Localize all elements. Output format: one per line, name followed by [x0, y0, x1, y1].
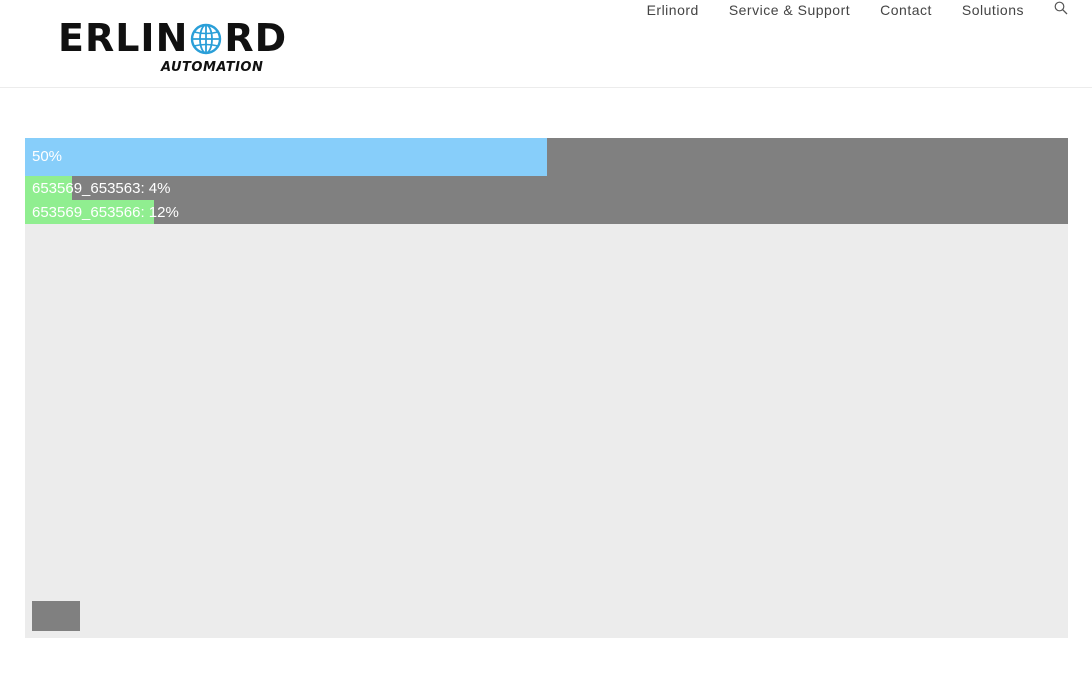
item-progress-label: 653569_653566: 12%: [32, 204, 179, 221]
progress-panel: 50% 653569_653563: 4% 653569_653566: 12%: [25, 138, 1068, 224]
item-progress-row: 653569_653566: 12%: [25, 200, 1068, 224]
player-area: 50% 653569_653563: 4% 653569_653566: 12%: [25, 138, 1068, 638]
nav-item-service-support[interactable]: Service & Support: [729, 2, 850, 18]
logo-text-right: RD: [224, 16, 288, 60]
control-button[interactable]: [32, 601, 80, 631]
logo-wordmark: ERLIN RD: [58, 16, 287, 60]
nav-item-solutions[interactable]: Solutions: [962, 2, 1024, 18]
main-progress-bar: 50%: [25, 138, 547, 176]
item-progress-label: 653569_653563: 4%: [32, 180, 171, 197]
nav-item-contact[interactable]: Contact: [880, 2, 932, 18]
site-header: ERLIN RD AUTOMATION Erlinord Service & S…: [0, 0, 1092, 88]
item-progress-row: 653569_653563: 4%: [25, 176, 1068, 200]
logo-subtitle: AUTOMATION: [161, 60, 264, 75]
globe-icon: [191, 23, 222, 55]
nav-item-erlinord[interactable]: Erlinord: [647, 2, 699, 18]
main-nav: Erlinord Service & Support Contact Solut…: [617, 0, 1068, 20]
logo-text-left: ERLIN: [58, 16, 189, 60]
main-progress-label: 50%: [32, 148, 63, 165]
erlinord-logo[interactable]: ERLIN RD AUTOMATION: [58, 16, 286, 78]
search-icon[interactable]: [1054, 1, 1068, 15]
